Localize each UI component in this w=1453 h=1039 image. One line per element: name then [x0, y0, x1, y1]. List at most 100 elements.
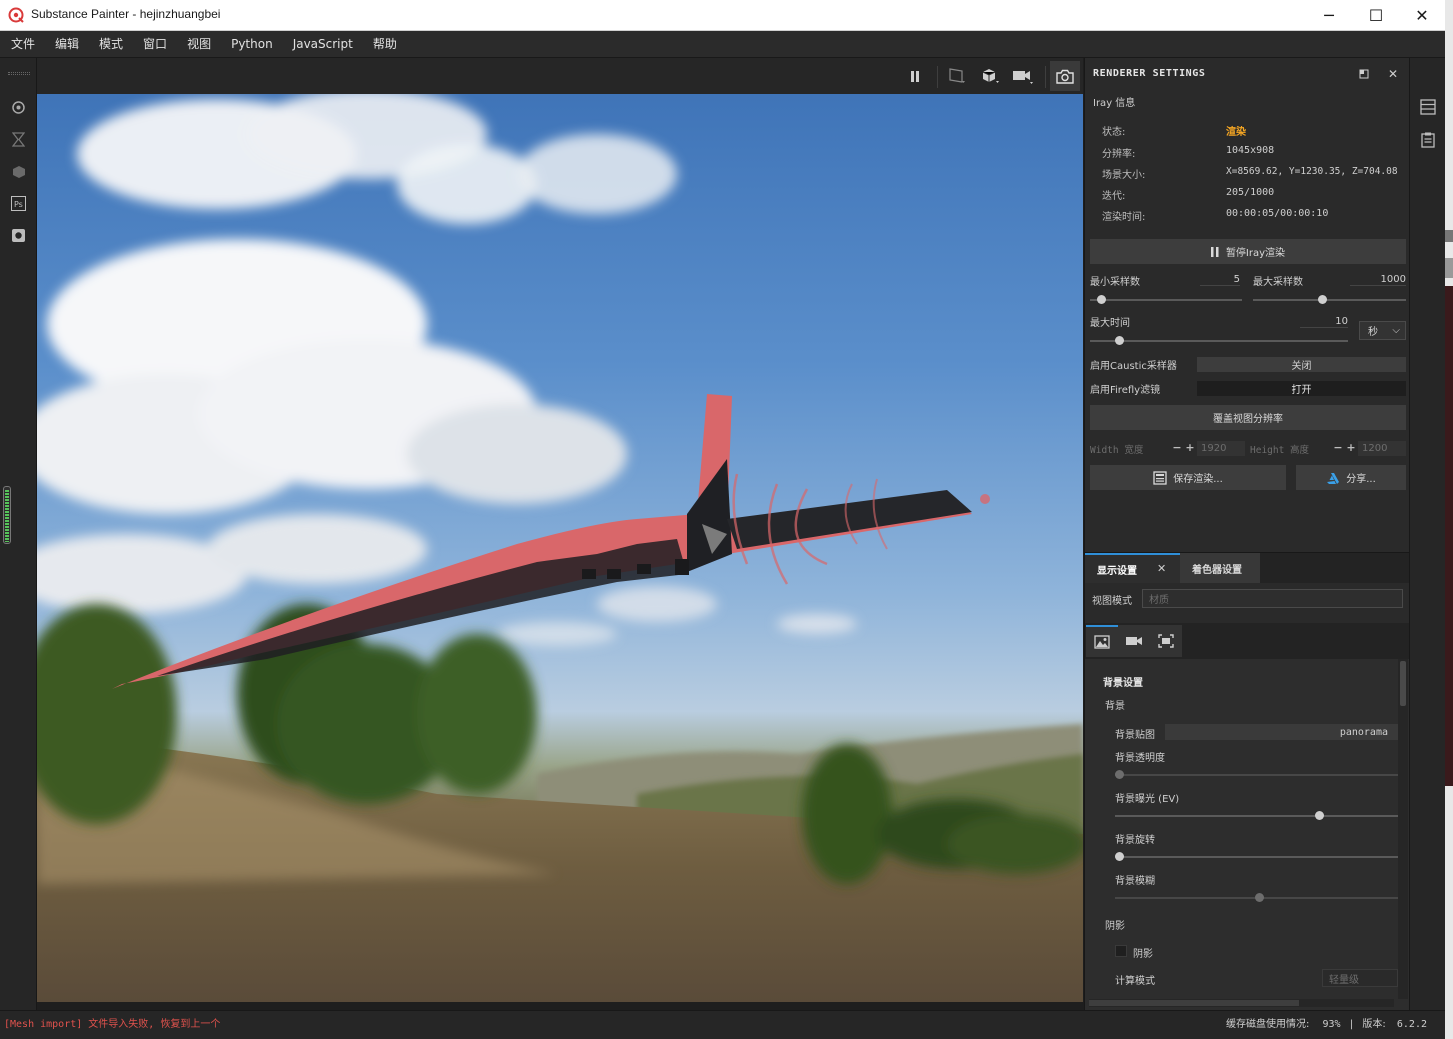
width-increment-button[interactable]: + [1184, 442, 1196, 454]
min-samples-slider[interactable] [1090, 299, 1242, 301]
compute-mode-label: 计算模式 [1115, 976, 1155, 987]
bg-map-select[interactable]: panorama [1165, 724, 1398, 740]
override-resolution-button[interactable]: 覆盖视图分辨率 [1090, 405, 1406, 430]
bg-opacity-slider[interactable] [1115, 774, 1398, 776]
max-time-value[interactable]: 10 [1300, 316, 1348, 328]
save-render-button[interactable]: 保存渲染... [1090, 465, 1286, 490]
menu-javascript[interactable]: JavaScript [283, 31, 363, 58]
2d-view-icon[interactable] [947, 66, 969, 86]
tab-shader-settings[interactable]: 着色器设置 [1180, 553, 1260, 583]
width-input[interactable]: 1920 [1197, 441, 1245, 456]
max-time-label: 最大时间 [1090, 318, 1130, 329]
background-label: 背景 [1105, 701, 1125, 712]
3d-view-icon[interactable] [980, 66, 1002, 86]
close-panel-icon[interactable]: ✕ [1385, 66, 1401, 82]
bg-exposure-slider[interactable] [1115, 815, 1398, 817]
info-row-render-time: 渲染时间: 00:00:05/00:00:10 [1102, 208, 1412, 224]
menu-mode[interactable]: 模式 [89, 31, 133, 58]
vertical-scrollbar[interactable] [1398, 659, 1408, 999]
minimize-button[interactable]: ─ [1306, 0, 1352, 31]
status-right: 缓存磁盘使用情况: 93% | 版本: 6.2.2 [1226, 1015, 1427, 1030]
info-key: 迭代: [1102, 191, 1126, 202]
undock-icon[interactable] [1356, 66, 1372, 82]
layers-icon[interactable] [10, 99, 27, 116]
max-samples-slider[interactable] [1253, 299, 1406, 301]
firefly-toggle[interactable]: 打开 [1197, 381, 1406, 396]
firefly-label: 启用Firefly滤镜 [1090, 385, 1161, 396]
3d-viewport[interactable] [37, 94, 1083, 1002]
pause-render-button[interactable] [904, 66, 926, 86]
layer-stack-icon[interactable] [1419, 98, 1437, 116]
menu-help[interactable]: 帮助 [363, 31, 407, 58]
height-decrement-button[interactable]: − [1332, 442, 1344, 454]
max-samples-value[interactable]: 1000 [1350, 274, 1406, 286]
cube-icon[interactable] [10, 163, 27, 180]
bg-opacity-knob[interactable] [1115, 770, 1124, 779]
height-input[interactable]: 1200 [1358, 441, 1406, 456]
caustic-toggle[interactable]: 关闭 [1197, 357, 1406, 372]
cache-usage-label: 缓存磁盘使用情况: [1225, 1019, 1310, 1030]
caustic-label: 启用Caustic采样器 [1090, 361, 1177, 372]
min-samples-label: 最小采样数 [1090, 277, 1140, 288]
viewport-toolbar [37, 58, 1083, 94]
pause-iray-button[interactable]: 暂停Iray渲染 [1090, 239, 1406, 264]
bg-exposure-knob[interactable] [1315, 811, 1325, 820]
info-value: X=8569.62, Y=1230.35, Z=704.08 [1226, 166, 1398, 177]
desktop-edge-chip [1445, 258, 1453, 278]
height-increment-button[interactable]: + [1345, 442, 1357, 454]
history-icon[interactable] [10, 131, 27, 148]
width-decrement-button[interactable]: − [1171, 442, 1183, 454]
close-window-button[interactable]: ✕ [1399, 0, 1445, 31]
photoshop-icon[interactable]: Ps [10, 195, 27, 212]
screenshot-camera-icon[interactable] [1050, 61, 1080, 91]
min-samples-value[interactable]: 5 [1200, 274, 1240, 286]
max-time-slider[interactable] [1090, 340, 1348, 342]
desktop-edge [1445, 0, 1453, 1039]
pause-iray-label: 暂停Iray渲染 [1225, 248, 1286, 259]
clipboard-icon[interactable] [1419, 131, 1437, 149]
max-time-knob[interactable] [1114, 336, 1124, 345]
camera-settings-icon[interactable] [1118, 625, 1150, 657]
video-camera-icon[interactable] [1012, 66, 1034, 86]
background-section-title: 背景设置 [1103, 678, 1143, 689]
menu-view[interactable]: 视图 [177, 31, 221, 58]
bg-blur-knob[interactable] [1254, 893, 1264, 902]
bg-rotation-knob[interactable] [1115, 852, 1124, 861]
height-label: Height 高度 [1250, 445, 1310, 456]
scrollbar-thumb[interactable] [1089, 1000, 1299, 1006]
close-tab-icon[interactable]: ✕ [1157, 562, 1166, 575]
info-value: 205/1000 [1226, 187, 1275, 198]
status-divider: | [1349, 1019, 1354, 1030]
bg-exposure-label: 背景曝光 (EV) [1115, 794, 1180, 805]
compute-mode-select[interactable]: 轻量级 [1322, 969, 1398, 987]
time-unit-select[interactable]: 秒 ⌵ [1359, 321, 1406, 340]
menu-window[interactable]: 窗口 [133, 31, 177, 58]
menu-python[interactable]: Python [221, 31, 283, 58]
shadow-checkbox-label: 阴影 [1133, 949, 1153, 960]
scrollbar-thumb[interactable] [1400, 661, 1406, 706]
min-samples-knob[interactable] [1097, 295, 1107, 304]
viewport-frame-icon[interactable] [1150, 625, 1182, 657]
menu-file[interactable]: 文件 [1, 31, 45, 58]
share-button[interactable]: 分享... [1296, 465, 1406, 490]
status-bar: [Mesh import] 文件导入失败, 恢复到上一个 缓存磁盘使用情况: 9… [0, 1010, 1445, 1039]
view-mode-input[interactable]: 材质 [1142, 589, 1403, 608]
max-samples-knob[interactable] [1317, 295, 1327, 304]
environment-image-icon[interactable] [1086, 625, 1118, 657]
bg-rotation-slider[interactable] [1115, 856, 1398, 858]
version-label: 版本: [1362, 1019, 1386, 1030]
menu-edit[interactable]: 编辑 [45, 31, 89, 58]
toolbar-grip[interactable] [8, 72, 30, 75]
clouds [37, 94, 857, 646]
camera-icon[interactable] [10, 227, 27, 244]
panel-title: RENDERER SETTINGS [1093, 68, 1206, 79]
panel-header: RENDERER SETTINGS ✕ [1085, 58, 1410, 90]
bg-blur-label: 背景模糊 [1115, 876, 1155, 887]
substance-painter-logo-icon [8, 7, 24, 23]
gpu-memory-meter [3, 486, 11, 544]
horizontal-scrollbar[interactable] [1089, 999, 1394, 1007]
shadow-checkbox[interactable] [1115, 945, 1127, 957]
svg-text:Ps: Ps [14, 200, 23, 209]
info-row-scene-size: 场景大小: X=8569.62, Y=1230.35, Z=704.08 [1102, 166, 1412, 182]
maximize-button[interactable]: ☐ [1353, 0, 1399, 31]
